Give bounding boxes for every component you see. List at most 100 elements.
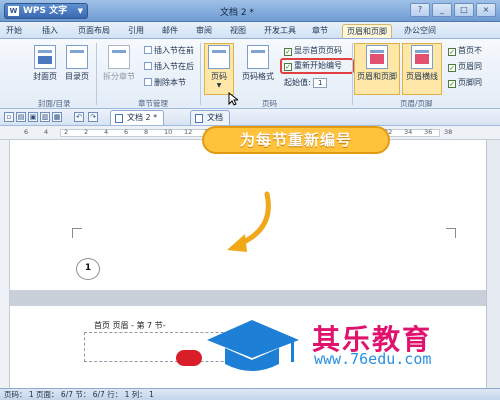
tab-home[interactable]: 开始 (6, 24, 22, 38)
insert-section-after-button[interactable]: 插入节在后 (144, 61, 194, 73)
save-icon[interactable]: ▣ (28, 112, 38, 122)
app-menu-button[interactable]: W WPS 文字 ▼ (4, 3, 88, 19)
ruler-tick-label: 6 (24, 128, 29, 136)
footer-same-checkbox[interactable]: ✓ 页脚同 (448, 77, 482, 89)
redo-icon[interactable]: ↷ (88, 112, 98, 122)
tab-page-layout[interactable]: 页面布局 (78, 24, 110, 38)
ruler-tick-label: 8 (144, 128, 149, 136)
split-chapter-label: 拆分章节 (103, 72, 135, 81)
ruler-tick-label: 38 (444, 128, 453, 136)
first-page-different-checkbox[interactable]: ✓ 首页不 (448, 45, 482, 57)
ruler-tick-label: 36 (424, 128, 433, 136)
tab-mail[interactable]: 邮件 (162, 24, 178, 38)
insert-after-label: 插入节在后 (154, 62, 194, 71)
doc-tab-active[interactable]: 文档 2 * (110, 110, 165, 125)
title-bar: W WPS 文字 ▼ 文档 2 * ? _ □ × (0, 0, 500, 22)
start-value-input[interactable]: 1 (313, 78, 328, 88)
page-number-icon (208, 45, 230, 69)
maximize-button[interactable]: □ (454, 3, 474, 17)
open-icon[interactable]: ▤ (16, 112, 26, 122)
window-title: 文档 2 * (220, 8, 254, 18)
print-icon[interactable]: ▥ (40, 112, 50, 122)
delete-section-icon (144, 78, 152, 86)
footer-same-label: 页脚同 (458, 78, 482, 87)
ruler-tick-label: 2 (64, 128, 69, 136)
delete-section-label: 删除本节 (154, 78, 186, 87)
divider (96, 43, 97, 105)
page-number-format-icon (247, 45, 269, 69)
tab-office-space[interactable]: 办公空间 (404, 24, 436, 38)
tab-references[interactable]: 引用 (128, 24, 144, 38)
page-number-button[interactable]: 页码 ▼ (204, 45, 234, 89)
first-page-diff-label: 首页不 (458, 46, 482, 55)
status-bar: 页码： 1 页面： 6/7 节： 6/7 行： 1 列： 1 (0, 388, 500, 400)
cover-page-button[interactable]: 封面页 (30, 45, 60, 82)
header-line-button[interactable]: 页眉横线 (402, 45, 442, 82)
divider (200, 43, 201, 105)
minimize-button[interactable]: _ (432, 3, 452, 17)
start-value-row: 起始值: 1 (284, 77, 328, 89)
show-first-page-number-checkbox[interactable]: ✓ 显示首页页码 (284, 45, 342, 57)
group-label-page-number: 页码 (262, 99, 277, 108)
restart-numbering-checkbox[interactable]: ✓ 重新开始编号 (284, 60, 342, 72)
page-number-field[interactable]: 1 (76, 258, 100, 280)
menu-tabs: 开始 插入 页面布局 引用 邮件 审阅 视图 开发工具 章节 页眉和页脚 办公空… (0, 22, 500, 39)
tab-review[interactable]: 审阅 (196, 24, 212, 38)
page-number-label: 页码 (211, 72, 227, 81)
app-name: WPS 文字 (23, 6, 68, 16)
tab-insert[interactable]: 插入 (42, 24, 58, 38)
check-icon: ✓ (284, 48, 292, 56)
preview-icon[interactable]: ▦ (52, 112, 62, 122)
help-button[interactable]: ? (410, 3, 430, 17)
page-number-format-label: 页码格式 (242, 72, 274, 81)
tab-view[interactable]: 视图 (230, 24, 246, 38)
vertical-ruler[interactable] (0, 140, 10, 388)
delete-section-button[interactable]: 删除本节 (144, 77, 186, 89)
check-icon: ✓ (284, 63, 292, 71)
doc-tab-label: 文档 2 * (127, 113, 158, 122)
undo-icon[interactable]: ↶ (74, 112, 84, 122)
insert-after-icon (144, 62, 152, 70)
insert-section-before-button[interactable]: 插入节在前 (144, 45, 194, 57)
tab-developer[interactable]: 开发工具 (264, 24, 296, 38)
toc-page-button[interactable]: 目录页 (62, 45, 92, 82)
header-footer-icon (366, 45, 388, 69)
show-first-page-label: 显示首页页码 (294, 46, 342, 55)
group-label-section-mgmt: 章节管理 (138, 99, 168, 108)
ruler-tick-label: 4 (104, 128, 109, 136)
pointer-arrow-icon (227, 191, 271, 252)
ruler-tick-label: 4 (44, 128, 49, 136)
document-icon (115, 114, 123, 123)
ruler-tick-label: 12 (184, 128, 193, 136)
new-doc-icon[interactable]: ▫ (4, 112, 14, 122)
group-label-header-footer: 页眉/页脚 (400, 99, 433, 108)
toc-page-label: 目录页 (65, 72, 89, 81)
split-chapter-button[interactable]: 拆分章节 (100, 45, 138, 82)
vertical-scrollbar[interactable] (486, 140, 500, 388)
check-icon: ✓ (448, 64, 456, 72)
window-controls: ? _ □ × (410, 3, 496, 17)
document-icon (195, 114, 203, 123)
ruler-tick-label: 2 (84, 128, 89, 136)
divider (352, 43, 353, 105)
restart-numbering-label: 重新开始编号 (294, 61, 342, 70)
doc-tab[interactable]: 文档 (190, 110, 230, 125)
page-number-format-button[interactable]: 页码格式 (238, 45, 278, 82)
header-footer-button[interactable]: 页眉和页脚 (354, 45, 400, 82)
watermark-url: www.76edu.com (314, 350, 432, 368)
ribbon: 封面页 目录页 封面/目录 拆分章节 插入节在前 插入节在后 删除本节 章节管理… (0, 39, 500, 109)
page-separator (10, 290, 486, 306)
check-icon: ✓ (448, 48, 456, 56)
doc-tab-label: 文档 (207, 113, 223, 122)
ruler-tick-label: 6 (124, 128, 129, 136)
split-chapter-icon (108, 45, 130, 69)
close-button[interactable]: × (476, 3, 496, 17)
cover-page-label: 封面页 (33, 72, 57, 81)
tab-chapter[interactable]: 章节 (312, 24, 328, 38)
header-same-checkbox[interactable]: ✓ 页眉同 (448, 61, 482, 73)
check-icon: ✓ (448, 80, 456, 88)
toc-page-icon (66, 45, 88, 69)
graduation-cap-logo-icon (207, 320, 299, 371)
tab-header-footer[interactable]: 页眉和页脚 (342, 24, 392, 38)
header-line-icon (411, 45, 433, 69)
